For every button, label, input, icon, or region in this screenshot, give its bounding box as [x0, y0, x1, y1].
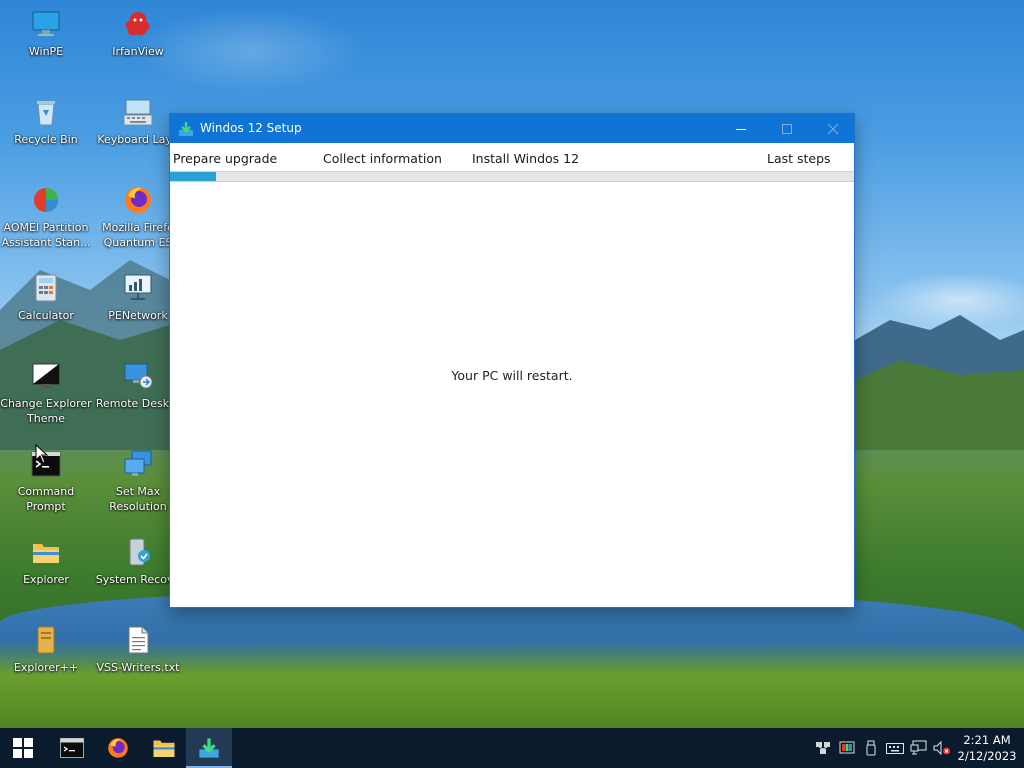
network-icon — [816, 742, 830, 754]
text-file-icon — [128, 626, 149, 654]
taskbar-firefox[interactable] — [95, 728, 141, 768]
window-title: Windos 12 Setup — [200, 121, 302, 135]
step-last-steps: Last steps — [767, 151, 831, 166]
usb-icon — [866, 740, 876, 756]
close-button[interactable] — [810, 114, 856, 143]
setup-steps: Prepare upgrade Collect information Inst… — [170, 143, 854, 171]
desktop-icon-label: Explorer++ — [13, 661, 79, 674]
desktop-icon-calculator[interactable]: Calculator — [0, 272, 92, 323]
minimize-button[interactable] — [718, 114, 764, 143]
monitor-icon — [32, 11, 60, 36]
taskbar-explorer[interactable] — [141, 728, 187, 768]
desktop-icon-label: Explorer — [23, 573, 69, 586]
close-icon — [828, 123, 838, 134]
desktop-icon-explorer[interactable]: Explorer — [0, 536, 92, 587]
desktop-icon-change-explorer-theme[interactable]: Change Explorer Theme — [0, 360, 92, 426]
firefox-icon — [108, 738, 128, 758]
system-recovery-icon — [129, 538, 150, 566]
folder-icon — [33, 544, 59, 563]
desktop-icon-label: Recycle Bin — [14, 133, 78, 146]
irfanview-icon — [125, 12, 150, 36]
start-button[interactable] — [0, 728, 46, 768]
step-collect-information: Collect information — [323, 151, 442, 166]
calculator-icon — [35, 274, 57, 302]
clock-time: 2:21 AM — [963, 733, 1011, 747]
network-icon — [124, 274, 152, 300]
desktop-icon-label: IrfanView — [112, 45, 164, 58]
progress-fill — [170, 172, 216, 181]
mouse-cursor-icon — [35, 444, 49, 464]
keyboard-icon — [886, 743, 904, 754]
taskbar-command-prompt[interactable] — [49, 728, 95, 768]
recycle-bin-icon — [37, 101, 55, 126]
tray-keyboard[interactable] — [883, 728, 907, 768]
color-icon — [839, 741, 855, 754]
resolution-icon — [124, 450, 152, 476]
desktop-icon-label: WinPE — [28, 45, 64, 58]
desktop-icon-irfanview[interactable]: IrfanView — [92, 8, 184, 59]
tray-network-monitor[interactable] — [907, 728, 931, 768]
taskbar-windos-setup[interactable] — [186, 728, 232, 768]
taskbar-clock[interactable]: 2:21 AM 2/12/2023 — [952, 732, 1022, 764]
desktop-icon-label: AOMEI Partition Assistant Stan... — [1, 221, 91, 249]
setup-icon — [179, 122, 193, 136]
setup-icon — [199, 738, 219, 758]
remote-desktop-icon — [124, 363, 153, 389]
desktop-icon-label: Command Prompt — [17, 485, 75, 513]
firefox-icon — [125, 187, 151, 213]
window-titlebar[interactable]: Windos 12 Setup — [170, 114, 854, 143]
setup-window: Windos 12 Setup Prepare upgrade Collect … — [169, 113, 855, 608]
desktop-icon-recycle-bin[interactable]: Recycle Bin — [0, 96, 92, 147]
desktop-icon-label: Change Explorer Theme — [0, 397, 92, 425]
desktop-icon-aomei[interactable]: AOMEI Partition Assistant Stan... — [0, 184, 92, 250]
tray-color[interactable] — [835, 728, 859, 768]
desktop-icon-vss-writers[interactable]: VSS-Writers.txt — [92, 624, 184, 675]
clock-date: 2/12/2023 — [957, 749, 1017, 763]
tray-network[interactable] — [811, 728, 835, 768]
desktop-icon-explorerpp[interactable]: Explorer++ — [0, 624, 92, 675]
keyboard-icon — [123, 99, 153, 126]
maximize-icon — [782, 123, 792, 134]
network-monitor-icon — [910, 740, 927, 755]
folder-icon — [153, 740, 175, 757]
desktop-icon-winpe[interactable]: WinPE — [0, 8, 92, 59]
desktop-icon-label: VSS-Writers.txt — [96, 661, 180, 674]
start-icon — [13, 738, 33, 758]
tray-usb[interactable] — [859, 728, 883, 768]
desktop-icon-label: Calculator — [18, 309, 74, 322]
setup-progress-bar — [170, 171, 854, 182]
minimize-icon — [736, 128, 746, 130]
theme-icon — [32, 363, 60, 388]
tray-volume[interactable] — [930, 728, 954, 768]
maximize-button[interactable] — [764, 114, 810, 143]
step-prepare-upgrade: Prepare upgrade — [173, 151, 278, 166]
terminal-icon — [60, 738, 84, 758]
step-install: Install Windos 12 — [472, 151, 580, 166]
status-message: Your PC will restart. — [451, 368, 573, 383]
taskbar: 2:21 AM 2/12/2023 — [0, 728, 1024, 768]
aomei-icon — [34, 188, 58, 212]
explorerpp-icon — [37, 626, 55, 654]
volume-muted-icon — [933, 740, 950, 756]
